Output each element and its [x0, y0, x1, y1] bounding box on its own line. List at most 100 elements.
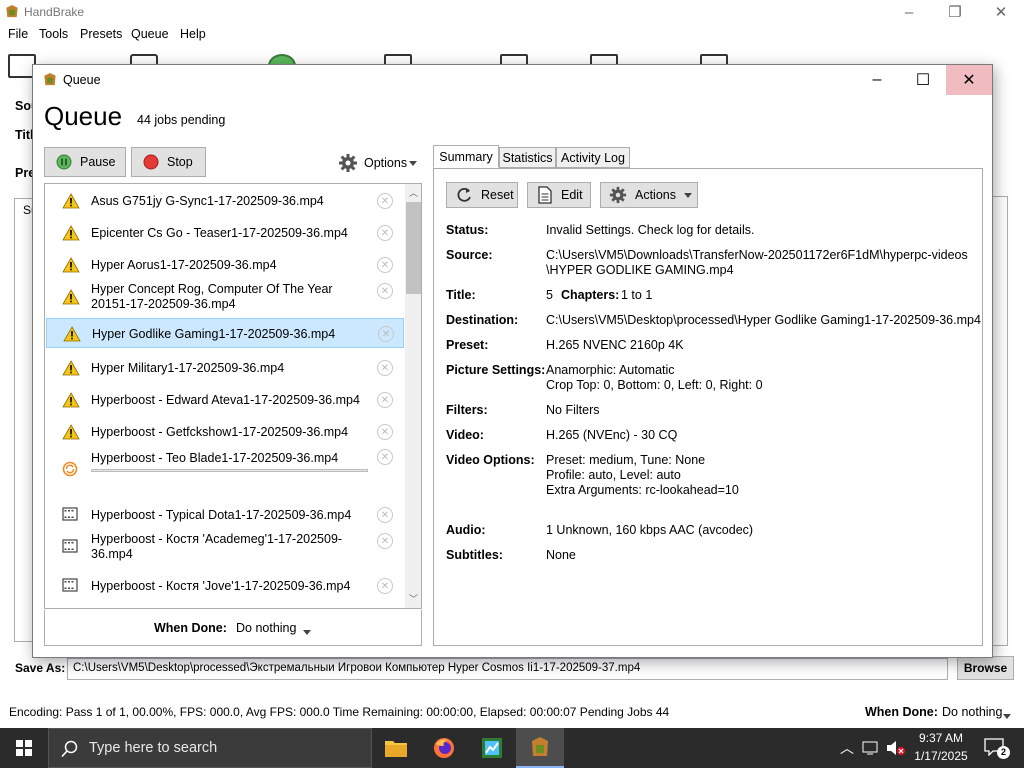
remove-job-icon[interactable]: ✕: [377, 360, 393, 376]
job-list-item[interactable]: Hyper Military1-17-202509-36.mp4 ✕: [46, 355, 404, 381]
taskbar-app-green[interactable]: [468, 728, 516, 768]
picture-value-line2: Crop Top: 0, Bottom: 0, Left: 0, Right: …: [546, 378, 763, 392]
chapters-key: Chapters:: [561, 288, 620, 302]
start-button[interactable]: [0, 728, 48, 768]
filters-key: Filters:: [446, 403, 488, 417]
queued-film-icon: [62, 507, 80, 525]
job-name: Hyperboost - Костя 'Jove'1-17-202509-36.…: [91, 578, 351, 593]
remove-job-icon[interactable]: ✕: [377, 578, 393, 594]
job-list-item[interactable]: Hyperboost - Teo Blade1-17-202509-36.mp4…: [46, 447, 404, 477]
job-list-item[interactable]: Hyperboost - Костя 'Academeg'1-17-202509…: [46, 530, 404, 564]
job-list-item[interactable]: Hyperboost - Typical Dota1-17-202509-36.…: [46, 502, 404, 528]
menu-queue[interactable]: Queue: [131, 27, 169, 41]
video-options-line3: Extra Arguments: rc-lookahead=10: [546, 483, 739, 497]
taskbar-firefox[interactable]: [420, 728, 468, 768]
main-restore-button[interactable]: ❐: [932, 0, 978, 24]
warning-icon: [62, 392, 80, 410]
stop-button[interactable]: Stop: [131, 147, 206, 177]
chevron-down-icon[interactable]: [303, 625, 311, 639]
remove-job-icon[interactable]: ✕: [377, 193, 393, 209]
video-options-line2: Profile: auto, Level: auto: [546, 468, 681, 482]
when-done-value[interactable]: Do nothing: [236, 621, 296, 635]
remove-job-icon[interactable]: ✕: [377, 225, 393, 241]
scroll-down-icon[interactable]: ﹀: [409, 592, 418, 605]
taskbar-file-explorer[interactable]: [372, 728, 420, 768]
clock-time[interactable]: 9:37 AM: [916, 731, 966, 745]
taskbar-search-box[interactable]: Type here to search: [48, 728, 372, 768]
job-list-item[interactable]: Hyper Aorus1-17-202509-36.mp4 ✕: [46, 252, 404, 278]
chapters-value: 1 to 1: [621, 288, 653, 302]
warning-icon: [63, 326, 81, 344]
job-list-item[interactable]: Hyperboost - Костя 'Jove'1-17-202509-36.…: [46, 573, 404, 599]
job-list-item[interactable]: Hyper Concept Rog, Computer Of The Year …: [46, 280, 404, 314]
menu-presets[interactable]: Presets: [80, 27, 122, 41]
menu-file[interactable]: File: [8, 27, 28, 41]
queue-close-button[interactable]: ✕: [946, 65, 992, 95]
job-list-item[interactable]: Hyper Godlike Gaming1-17-202509-36.mp4 ✕: [46, 318, 404, 348]
remove-job-icon[interactable]: ✕: [377, 283, 393, 299]
scroll-up-icon[interactable]: ︿: [409, 186, 418, 199]
remove-job-icon[interactable]: ✕: [377, 424, 393, 440]
chevron-up-icon[interactable]: ︿: [840, 738, 854, 758]
actions-dropdown[interactable]: Actions: [600, 182, 698, 208]
queue-heading: Queue: [44, 101, 123, 131]
warning-icon: [62, 225, 80, 243]
volume-muted-icon[interactable]: [885, 739, 905, 757]
when-done-value-main[interactable]: Do nothing: [942, 705, 1002, 719]
warning-icon: [62, 193, 80, 211]
reset-button[interactable]: Reset: [446, 182, 518, 208]
video-value: H.265 (NVEnc) - 30 CQ: [546, 428, 678, 442]
menu-help[interactable]: Help: [180, 27, 206, 41]
clock-date[interactable]: 1/17/2025: [911, 749, 971, 763]
source-value-line2: \HYPER GODLIKE GAMING.mp4: [546, 263, 734, 277]
chart-app-icon: [482, 738, 502, 758]
queued-film-icon: [62, 578, 80, 596]
gear-icon: [609, 186, 627, 204]
menu-tools[interactable]: Tools: [39, 27, 68, 41]
job-list-scrollbar[interactable]: ︿ ﹀: [405, 184, 421, 608]
subtitles-key: Subtitles:: [446, 548, 503, 562]
options-label: Options: [364, 156, 408, 170]
remove-job-icon[interactable]: ✕: [377, 507, 393, 523]
when-done-label: When Done:: [154, 621, 227, 635]
job-name: Hyper Military1-17-202509-36.mp4: [91, 360, 285, 375]
title-number: 5: [546, 288, 553, 302]
taskbar-handbrake[interactable]: [516, 728, 564, 768]
pause-icon: [56, 154, 72, 170]
main-minimize-button[interactable]: –: [886, 0, 932, 24]
remove-job-icon[interactable]: ✕: [377, 533, 393, 549]
queue-maximize-button[interactable]: ☐: [900, 65, 946, 95]
queue-minimize-button[interactable]: –: [854, 65, 900, 95]
job-list-item[interactable]: Hyperboost - Edward Ateva1-17-202509-36.…: [46, 387, 404, 413]
remove-job-icon[interactable]: ✕: [378, 326, 394, 342]
tab-summary[interactable]: Summary: [433, 145, 499, 168]
main-close-button[interactable]: ✕: [978, 0, 1024, 24]
remove-job-icon[interactable]: ✕: [377, 392, 393, 408]
job-list-item[interactable]: Hyperboost - Getfckshow1-17-202509-36.mp…: [46, 419, 404, 445]
browse-button[interactable]: Browse: [957, 656, 1014, 680]
tab-activity-log[interactable]: Activity Log: [556, 147, 630, 168]
chevron-down-icon[interactable]: [1003, 709, 1011, 723]
pause-button[interactable]: Pause: [44, 147, 126, 177]
search-icon: [61, 740, 78, 758]
job-list-item[interactable]: Epicenter Cs Go - Teaser1-17-202509-36.m…: [46, 220, 404, 246]
destination-value: C:\Users\VM5\Desktop\processed\Hyper God…: [546, 313, 981, 327]
remove-job-icon[interactable]: ✕: [377, 257, 393, 273]
job-name: Epicenter Cs Go - Teaser1-17-202509-36.m…: [91, 225, 348, 240]
gear-icon: [339, 154, 357, 172]
save-as-input[interactable]: C:\Users\VM5\Desktop\processed\Экстремал…: [67, 658, 948, 680]
preset-value: H.265 NVENC 2160p 4K: [546, 338, 684, 352]
notification-center-button[interactable]: 2: [978, 728, 1018, 768]
options-dropdown[interactable]: Options: [338, 153, 418, 173]
warning-icon: [62, 360, 80, 378]
remove-job-icon[interactable]: ✕: [377, 449, 393, 465]
network-icon[interactable]: [862, 740, 880, 756]
job-list-item[interactable]: Asus G751jy G-Sync1-17-202509-36.mp4 ✕: [46, 188, 404, 214]
edit-button[interactable]: Edit: [527, 182, 591, 208]
scrollbar-thumb[interactable]: [406, 202, 421, 294]
firefox-icon: [434, 738, 454, 758]
warning-icon: [62, 424, 80, 442]
tab-statistics[interactable]: Statistics: [499, 147, 556, 168]
queue-job-list[interactable]: Asus G751jy G-Sync1-17-202509-36.mp4 ✕ Epi…: [44, 183, 422, 609]
source-value-line1: C:\Users\VM5\Downloads\TransferNow-20250…: [546, 248, 968, 262]
